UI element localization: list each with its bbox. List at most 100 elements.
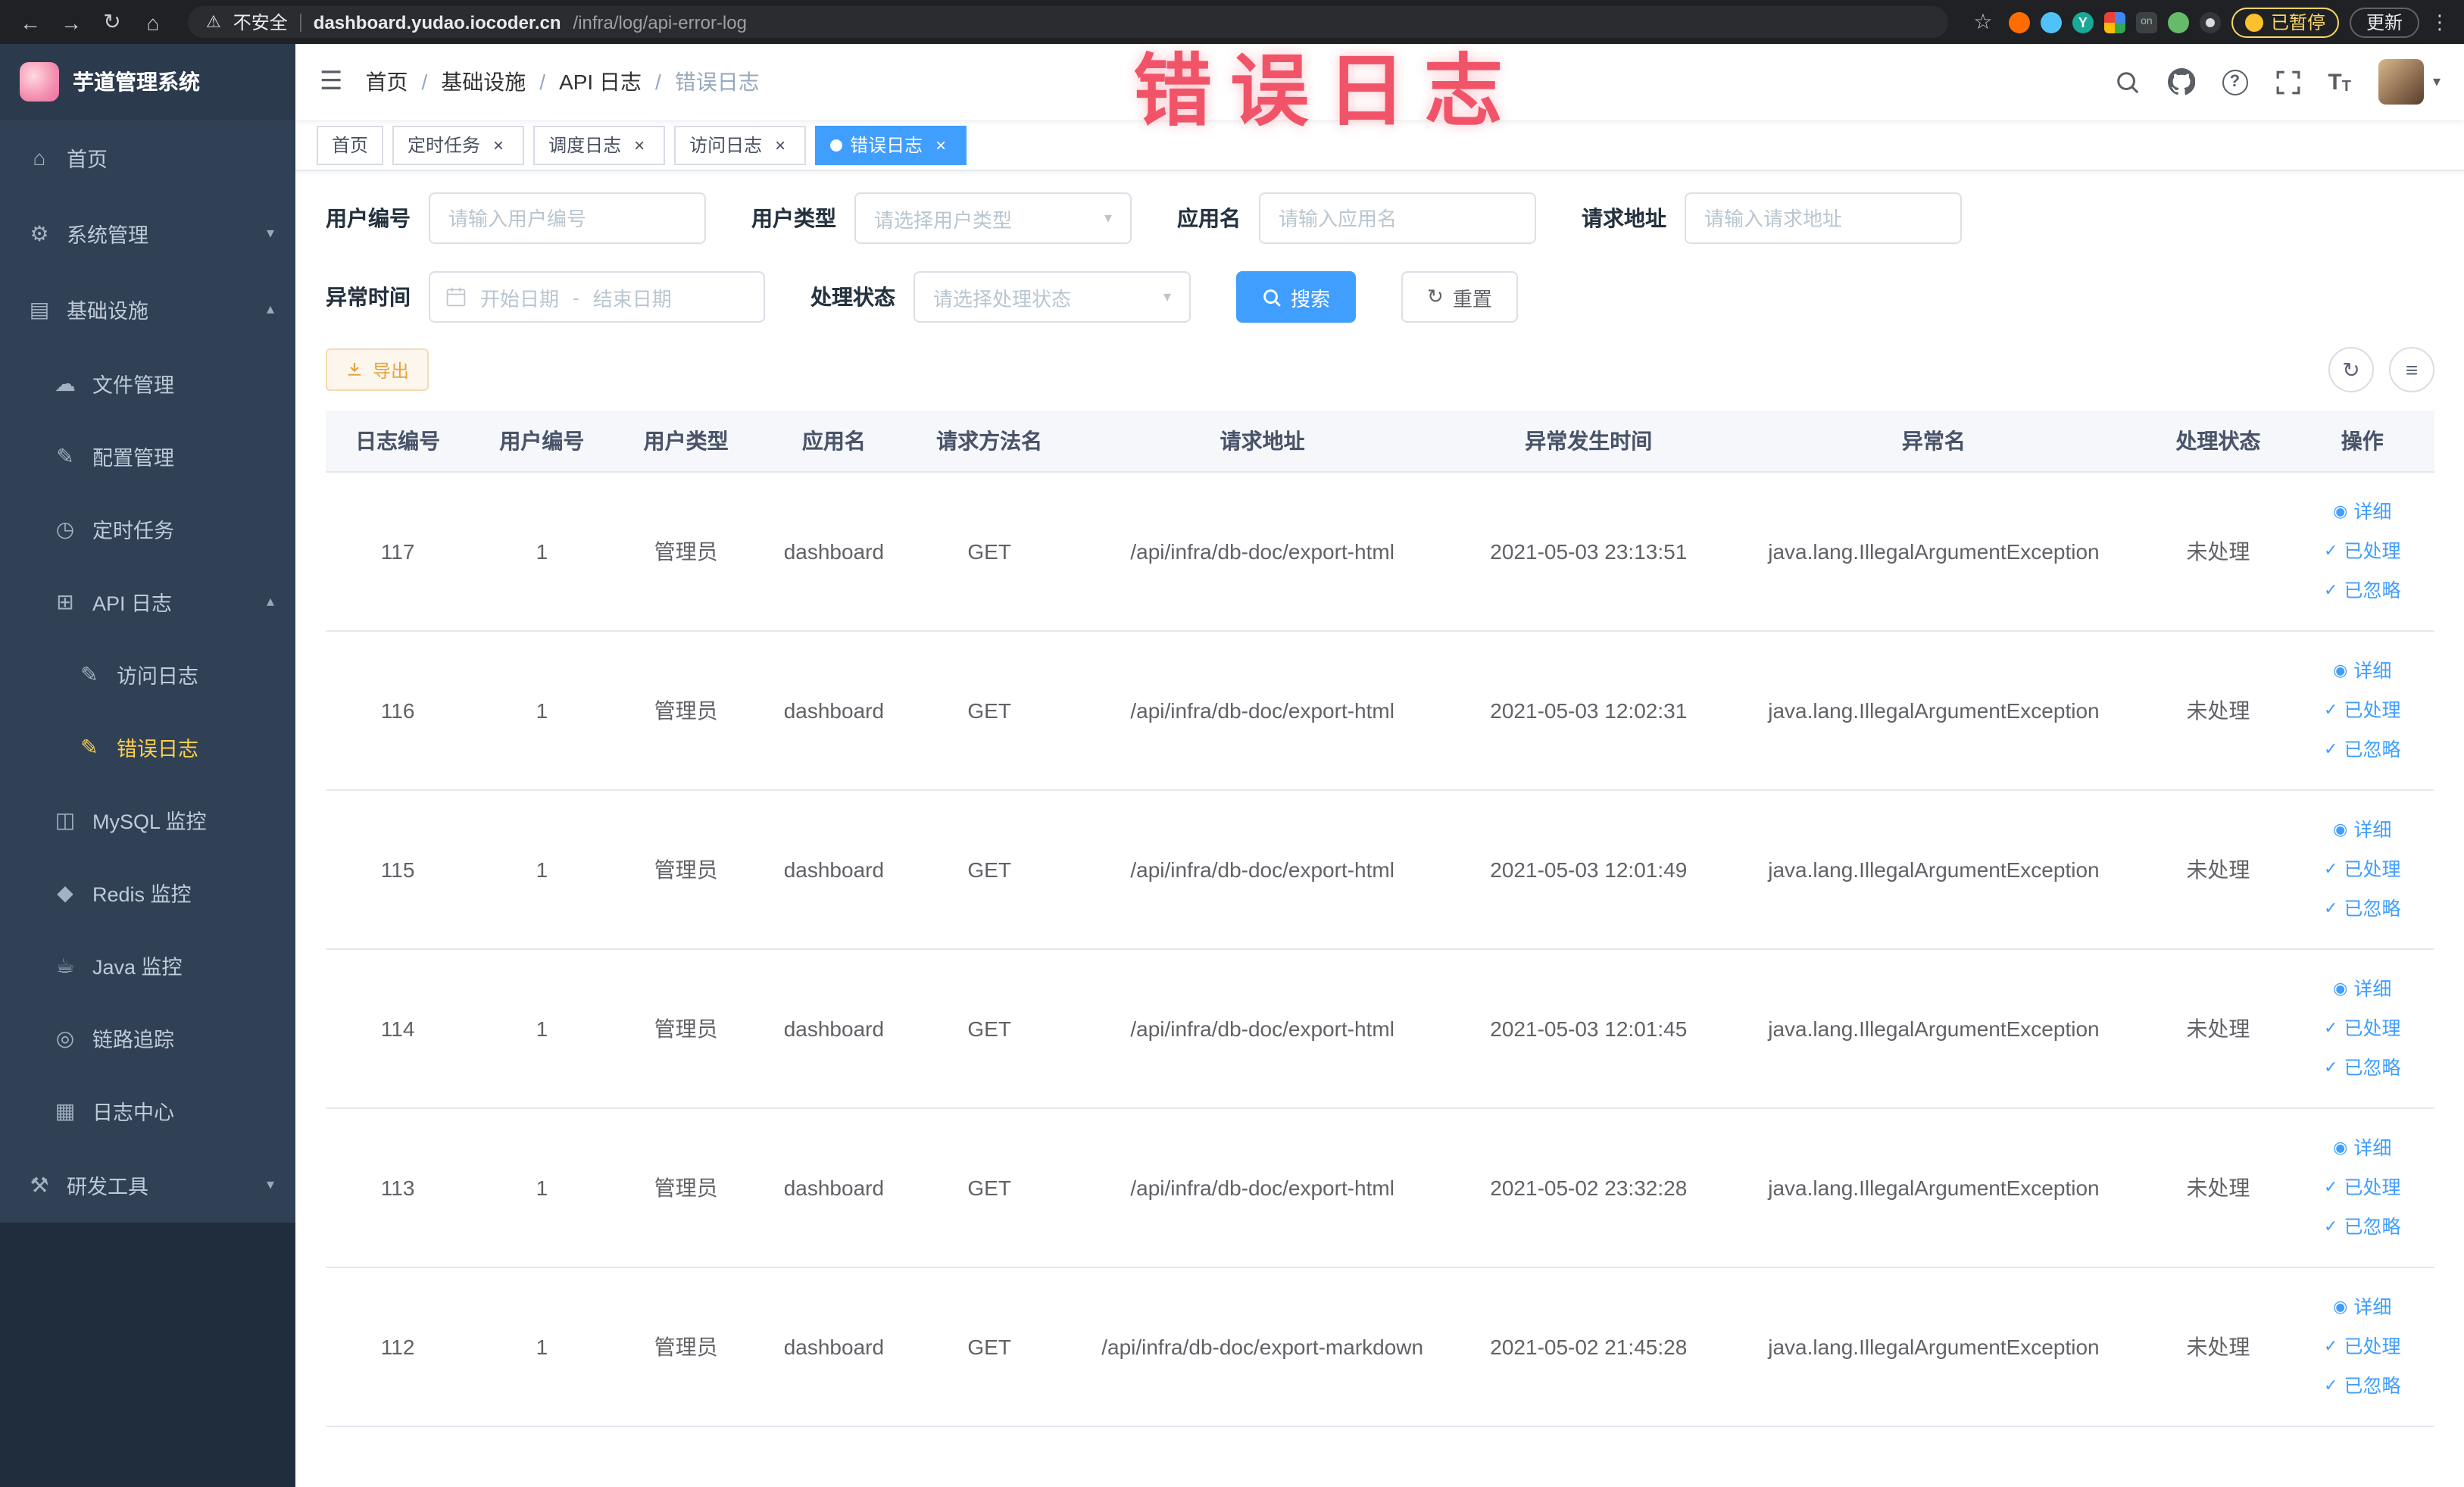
security-label[interactable]: 不安全 [233,9,288,35]
fullscreen-icon[interactable] [2275,69,2300,95]
extension-pin-icon[interactable] [2199,11,2221,33]
back-icon[interactable]: ← [15,7,45,37]
detail-link[interactable]: ◉ 详细 [2297,492,2428,531]
close-icon[interactable]: × [629,134,650,155]
mark-processed-link[interactable]: ✓ 已处理 [2297,849,2428,889]
sidebar-item-config-manage[interactable]: ✎ 配置管理 [0,420,295,492]
tab[interactable]: 首页 × [317,125,384,164]
sidebar-item-tracing[interactable]: ◎ 链路追踪 [0,1001,295,1074]
close-icon[interactable]: × [488,134,509,155]
url-host: dashboard.yudao.iocoder.cn [313,11,561,33]
sidebar-item-infra[interactable]: ▤ 基础设施 ▴ [0,271,295,347]
extension-green-icon[interactable] [2167,11,2189,33]
cell-app-name: dashboard [757,471,910,631]
breadcrumb-item[interactable]: 首页 [366,67,408,97]
sidebar-item-redis-monitor[interactable]: ◆ Redis 监控 [0,856,295,929]
cell-exception-time: 2021-05-03 23:13:51 [1456,471,1722,631]
mark-processed-link[interactable]: ✓ 已处理 [2297,690,2428,729]
search-icon[interactable] [2114,69,2140,95]
sidebar-item-access-log[interactable]: ✎ 访问日志 [0,638,295,711]
tab[interactable]: 访问日志 × [674,125,807,164]
address-bar[interactable]: ⚠ 不安全 dashboard.yudao.iocoder.cn /infra/… [188,6,1948,38]
mark-processed-link[interactable]: ✓ 已处理 [2297,531,2428,570]
breadcrumb-item[interactable]: 基础设施 [441,67,526,97]
extension-blue-drop-icon[interactable] [2040,11,2062,33]
mark-ignored-link[interactable]: ✓ 已忽略 [2297,1207,2428,1246]
user-menu[interactable]: ▾ [2378,59,2441,105]
update-button[interactable]: 更新 [2349,7,2419,37]
sidebar-item-label: API 日志 [92,592,173,615]
hamburger-icon[interactable]: ☰ [320,67,343,97]
sidebar-item-file-manage[interactable]: ☁ 文件管理 [0,347,295,420]
detail-link[interactable]: ◉ 详细 [2297,969,2428,1008]
sidebar-item-log-center[interactable]: ▦ 日志中心 [0,1074,295,1147]
refresh-button[interactable]: ↻ [2328,347,2374,392]
request-url-input[interactable] [1685,192,1962,244]
extension-onetab-icon[interactable]: on [2135,11,2157,33]
chevron-down-icon: ▾ [266,1176,274,1193]
tab[interactable]: 调度日志 × [533,125,666,164]
sidebar-item-home[interactable]: ⌂ 首页 [0,120,295,195]
status-select[interactable]: 请选择处理状态 ▾ [913,271,1191,323]
close-icon[interactable]: × [770,134,791,155]
export-button[interactable]: 导出 [326,348,429,391]
bookmark-star-icon[interactable]: ☆ [1968,7,1998,37]
font-size-icon[interactable]: TT [2328,69,2351,95]
reset-button[interactable]: ↻ 重置 [1401,271,1518,323]
cell-user-type: 管理员 [614,1267,758,1426]
sidebar-item-mysql-monitor[interactable]: ◫ MySQL 监控 [0,783,295,856]
refresh-icon: ↻ [2342,357,2360,381]
sidebar-item-scheduled-jobs[interactable]: ◷ 定时任务 [0,492,295,565]
detail-link[interactable]: ◉ 详细 [2297,1128,2428,1167]
user-id-input[interactable] [429,192,706,244]
mark-ignored-link[interactable]: ✓ 已忽略 [2297,889,2428,928]
search-button[interactable]: 搜索 [1236,271,1357,323]
breadcrumb-item[interactable]: API 日志 [559,67,642,97]
tab-label: 首页 [332,135,369,156]
mark-processed-link[interactable]: ✓ 已处理 [2297,1326,2428,1366]
cell-log-id: 116 [326,630,470,790]
breadcrumb-separator: / [539,70,546,94]
cell-status: 未处理 [2146,1107,2291,1267]
sidebar-item-java-monitor[interactable]: ☕ Java 监控 [0,929,295,1001]
mark-ignored-link[interactable]: ✓ 已忽略 [2297,1366,2428,1405]
filter-label: 用户类型 [751,206,836,230]
column-settings-button[interactable]: ≡ [2389,347,2434,392]
cell-user-type: 管理员 [614,1107,758,1267]
sidebar-item-error-log[interactable]: ✎ 错误日志 [0,711,295,783]
mark-ignored-link[interactable]: ✓ 已忽略 [2297,1048,2428,1087]
mark-ignored-link[interactable]: ✓ 已忽略 [2297,570,2428,610]
close-icon[interactable]: × [930,134,951,155]
tab[interactable]: 错误日志 × [815,125,967,164]
column-header: 操作 [2290,411,2434,472]
help-icon[interactable]: ? [2222,69,2248,95]
edit-icon: ✎ [56,443,74,467]
mark-ignored-link[interactable]: ✓ 已忽略 [2297,729,2428,769]
reload-icon[interactable]: ↻ [97,7,127,37]
browser-home-icon[interactable]: ⌂ [138,7,168,37]
detail-link[interactable]: ◉ 详细 [2297,810,2428,849]
sidebar-item-dev-tools[interactable]: ⚒ 研发工具 ▾ [0,1147,295,1223]
detail-link[interactable]: ◉ 详细 [2297,1287,2428,1326]
table-header-row: 日志编号 用户编号 用户类型 应用名 请求方法名 请求地址 异常发生时间 异常名… [326,411,2434,472]
browser-menu-icon[interactable]: ⋮ [2430,10,2450,34]
check-icon: ✓ [2324,860,2338,878]
extension-teal-icon[interactable]: Y [2072,11,2094,33]
app-name-input[interactable] [1259,192,1536,244]
user-type-select[interactable]: 请选择用户类型 ▾ [854,192,1132,244]
sidebar-item-api-log[interactable]: ⊞ API 日志 ▴ [0,565,295,638]
app-logo-row[interactable]: 芋道管理系统 [0,44,295,120]
forward-icon[interactable]: → [56,7,86,37]
paused-badge[interactable]: 已暂停 [2231,7,2339,37]
extension-orange-icon[interactable] [2008,11,2030,33]
sidebar-item-label: Java 监控 [92,956,183,979]
mark-processed-link[interactable]: ✓ 已处理 [2297,1008,2428,1048]
tab[interactable]: 定时任务 × [392,125,525,164]
detail-link[interactable]: ◉ 详细 [2297,651,2428,690]
date-range-picker[interactable]: 开始日期 - 结束日期 [429,271,765,323]
sidebar-item-system[interactable]: ⚙ 系统管理 ▾ [0,195,295,271]
clock-icon: ◷ [55,516,75,540]
extension-grid-icon[interactable] [2103,11,2125,33]
github-icon[interactable] [2167,68,2195,95]
mark-processed-link[interactable]: ✓ 已处理 [2297,1167,2428,1207]
